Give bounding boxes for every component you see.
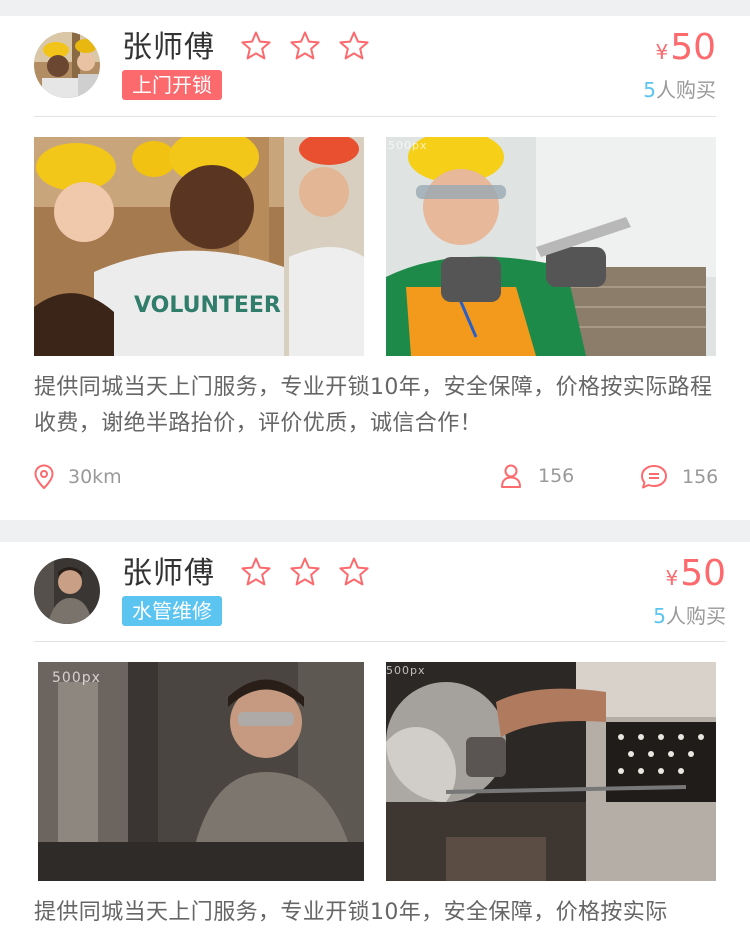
price: ¥50 — [655, 26, 716, 76]
star-outline-icon — [290, 557, 320, 586]
worker-name: 张师傅 — [122, 30, 215, 65]
avatar[interactable] — [34, 558, 100, 624]
star-outline-icon — [339, 557, 369, 586]
buyer-count-number: 5 — [653, 604, 666, 628]
price: ¥50 — [665, 552, 726, 602]
metalworker-photo[interactable]: 500px — [38, 662, 364, 881]
price-amount: 50 — [680, 553, 726, 594]
star-outline-icon — [339, 31, 369, 60]
user-count[interactable]: 156 — [500, 464, 574, 488]
distance-value: 30km — [68, 466, 122, 488]
service-description: 提供同城当天上门服务，专业开锁10年，安全保障，价格按实际路程收费，谢绝半路抬价… — [34, 375, 713, 436]
service-tag: 水管维修 — [122, 596, 222, 626]
service-card[interactable]: 张师傅 水管维修 ¥50 5人购买 500px 500px 提供同城当天上门服务… — [0, 542, 750, 931]
rating-stars — [240, 556, 370, 588]
buyer-count: 5人购买 — [653, 602, 726, 630]
location-pin-icon — [34, 464, 54, 490]
service-tag: 上门开锁 — [122, 70, 222, 100]
distance: 30km — [34, 464, 122, 490]
smoke-forge-photo[interactable]: 500px — [386, 662, 716, 881]
watermark: 500px — [386, 664, 426, 677]
price-amount: 50 — [670, 27, 716, 68]
divider — [34, 641, 726, 642]
comment-count-value: 156 — [682, 466, 719, 488]
service-description: 提供同城当天上门服务，专业开锁10年，安全保障，价格按实际 — [34, 900, 668, 925]
buyer-count: 5人购买 — [643, 76, 716, 104]
buyer-count-label: 人购买 — [666, 604, 726, 628]
divider — [34, 116, 716, 117]
star-outline-icon — [290, 31, 320, 60]
currency-symbol: ¥ — [655, 40, 669, 64]
user-count-value: 156 — [538, 465, 575, 487]
comment-bubble-icon — [641, 465, 667, 489]
watermark: 500px — [388, 139, 428, 152]
user-icon — [501, 464, 521, 488]
buyer-count-number: 5 — [643, 78, 656, 102]
comment-count[interactable]: 156 — [640, 464, 718, 490]
currency-symbol: ¥ — [665, 566, 679, 590]
volunteers-hardhats-photo[interactable]: VOLUNTEER — [34, 137, 364, 356]
watermark: 500px — [52, 670, 101, 686]
worker-measuring-photo[interactable]: 500px — [386, 137, 716, 356]
buyer-count-label: 人购买 — [656, 78, 716, 102]
svg-text:VOLUNTEER: VOLUNTEER — [134, 293, 281, 318]
avatar[interactable] — [34, 32, 100, 98]
service-card[interactable]: 张师傅 上门开锁 ¥50 5人购买 VOLUNTEER 500px 提供同城当天… — [0, 16, 750, 520]
star-outline-icon — [241, 31, 271, 60]
star-outline-icon — [241, 557, 271, 586]
worker-name: 张师傅 — [122, 556, 215, 591]
rating-stars — [240, 30, 370, 62]
